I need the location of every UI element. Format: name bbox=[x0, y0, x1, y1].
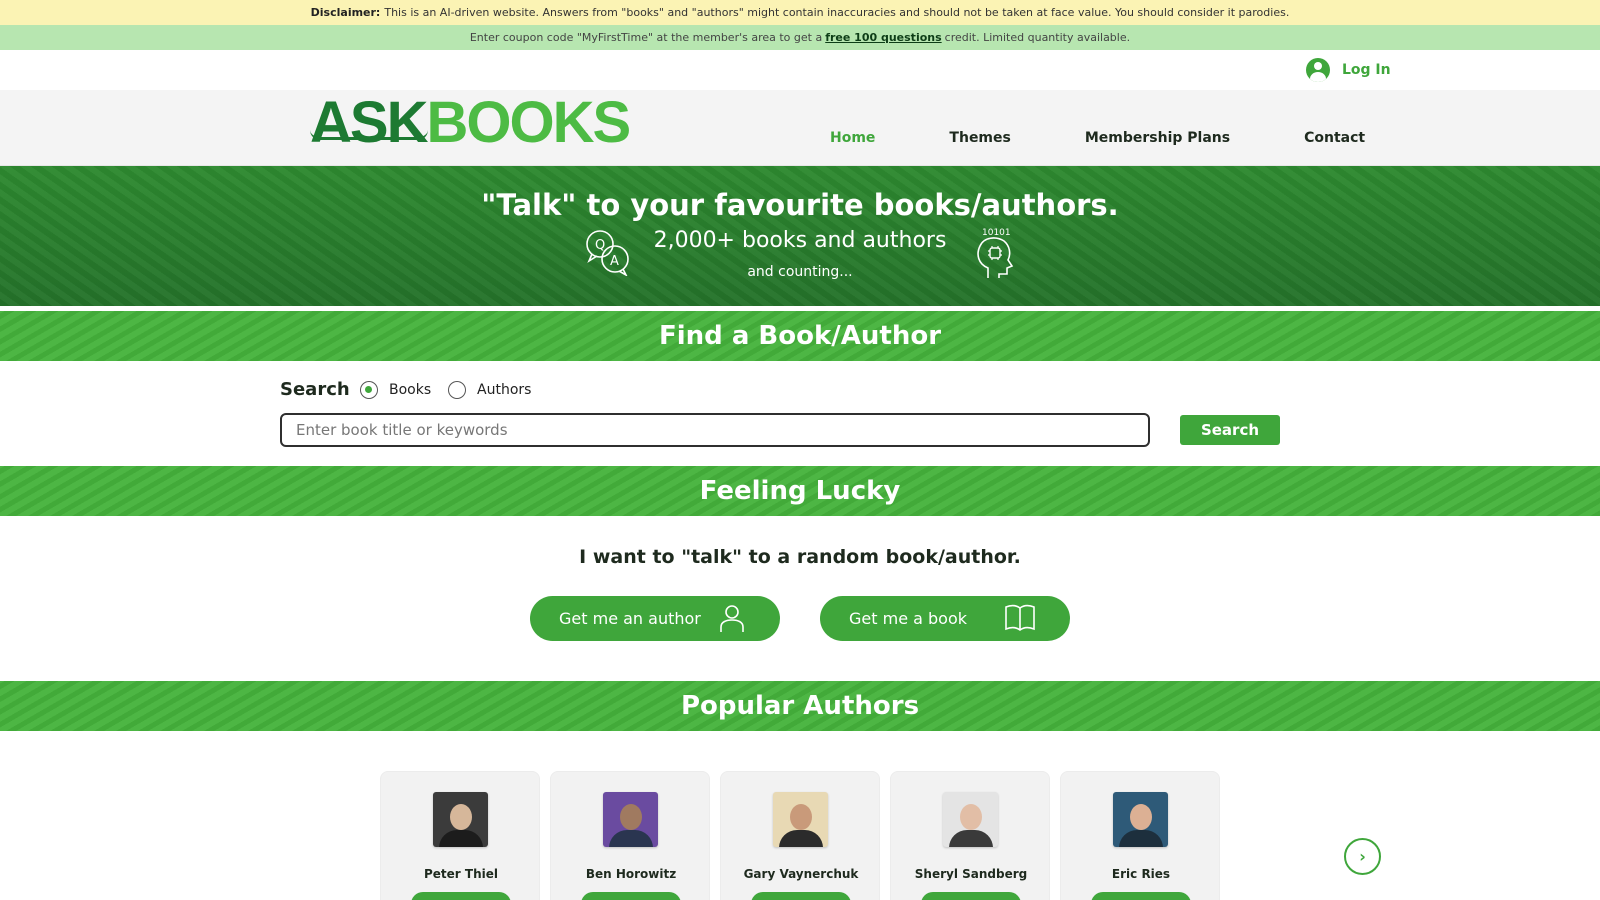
search-section: Search Books Authors Search bbox=[0, 361, 1600, 466]
free-questions-link[interactable]: free 100 questions bbox=[825, 31, 941, 44]
find-section-title: Find a Book/Author bbox=[658, 321, 942, 351]
radio-books[interactable]: Books bbox=[360, 381, 431, 399]
get-book-button[interactable]: Get me a book bbox=[820, 596, 1070, 641]
main-nav: Home Themes Membership Plans Contact bbox=[830, 130, 1365, 146]
login-label: Log In bbox=[1342, 62, 1391, 78]
get-book-label: Get me a book bbox=[849, 609, 968, 628]
coupon-text-after: credit. Limited quantity available. bbox=[944, 31, 1131, 44]
popular-authors-section: Peter Thiel Ben Horowitz Gary Vaynerchuk… bbox=[0, 731, 1600, 900]
author-name: Sheryl Sandberg bbox=[914, 867, 1028, 881]
search-button[interactable]: Search bbox=[1180, 415, 1280, 445]
login-button[interactable]: Log In bbox=[1306, 56, 1391, 84]
hero-banner: "Talk" to your favourite books/authors. … bbox=[0, 166, 1600, 306]
person-icon bbox=[720, 605, 744, 632]
radio-authors-label: Authors bbox=[477, 382, 532, 398]
carousel-next-button[interactable]: › bbox=[1344, 838, 1381, 875]
author-ask-button[interactable] bbox=[581, 892, 681, 900]
search-input[interactable] bbox=[280, 413, 1150, 447]
lucky-band: Feeling Lucky bbox=[0, 466, 1600, 516]
site-header: ASK BOOKS Home Themes Membership Plans Co… bbox=[0, 90, 1600, 166]
lucky-text: I want to "talk" to a random book/author… bbox=[579, 546, 1021, 568]
radio-books-label: Books bbox=[389, 382, 432, 398]
hero-subtitle: 2,000+ books and authors bbox=[653, 228, 947, 253]
radio-books-dot[interactable] bbox=[360, 381, 378, 399]
author-card[interactable]: Ben Horowitz bbox=[550, 771, 710, 900]
logo-ask: ASK bbox=[310, 89, 428, 155]
author-ask-button[interactable] bbox=[411, 892, 511, 900]
author-name: Ben Horowitz bbox=[585, 867, 677, 881]
user-avatar-icon bbox=[1306, 58, 1330, 82]
binary-digits: 10101 bbox=[982, 228, 1011, 238]
author-photo[interactable] bbox=[1113, 792, 1168, 847]
author-card[interactable]: Eric Ries bbox=[1060, 771, 1220, 900]
author-photo[interactable] bbox=[433, 792, 488, 847]
author-photo[interactable] bbox=[943, 792, 998, 847]
authors-section-title: Popular Authors bbox=[680, 691, 920, 721]
author-ask-button[interactable] bbox=[751, 892, 851, 900]
search-label: Search bbox=[280, 379, 350, 400]
find-band: Find a Book/Author bbox=[0, 311, 1600, 361]
chevron-right-icon: › bbox=[1359, 847, 1366, 866]
disclaimer-bar: Disclaimer: This is an AI-driven website… bbox=[0, 0, 1600, 25]
author-photo[interactable] bbox=[603, 792, 658, 847]
logo-books: BOOKS bbox=[426, 89, 631, 155]
nav-contact[interactable]: Contact bbox=[1304, 130, 1365, 146]
author-name: Gary Vaynerchuk bbox=[743, 867, 859, 881]
open-book-icon bbox=[1005, 604, 1035, 631]
author-ask-button[interactable] bbox=[1091, 892, 1191, 900]
author-photo[interactable] bbox=[773, 792, 828, 847]
radio-authors[interactable]: Authors bbox=[448, 381, 531, 399]
hero-subtitle-2: and counting... bbox=[747, 264, 853, 280]
nav-themes[interactable]: Themes bbox=[949, 130, 1010, 146]
author-card[interactable]: Sheryl Sandberg bbox=[890, 771, 1050, 900]
get-author-label: Get me an author bbox=[559, 609, 701, 628]
disclaimer-label: Disclaimer: bbox=[310, 6, 381, 19]
lucky-section-title: Feeling Lucky bbox=[699, 476, 901, 506]
coupon-bar: Enter coupon code "MyFirstTime" at the m… bbox=[0, 25, 1600, 50]
askbooks-logo[interactable]: ASK BOOKS bbox=[310, 90, 631, 155]
login-bar: Log In bbox=[0, 50, 1600, 90]
hero-title: "Talk" to your favourite books/authors. bbox=[481, 188, 1119, 222]
coupon-text-before: Enter coupon code "MyFirstTime" at the m… bbox=[469, 31, 823, 44]
lucky-section: I want to "talk" to a random book/author… bbox=[0, 516, 1600, 681]
author-name: Peter Thiel bbox=[424, 867, 498, 881]
author-ask-button[interactable] bbox=[921, 892, 1021, 900]
author-card[interactable]: Gary Vaynerchuk bbox=[720, 771, 880, 900]
disclaimer-text: This is an AI-driven website. Answers fr… bbox=[384, 6, 1290, 19]
logo-book-swoosh bbox=[310, 130, 428, 140]
get-author-button[interactable]: Get me an author bbox=[530, 596, 780, 641]
authors-band: Popular Authors bbox=[0, 681, 1600, 731]
radio-authors-dot[interactable] bbox=[448, 381, 466, 399]
author-card[interactable]: Peter Thiel bbox=[380, 771, 540, 900]
nav-home[interactable]: Home bbox=[830, 130, 875, 146]
author-name: Eric Ries bbox=[1111, 867, 1171, 881]
nav-membership-plans[interactable]: Membership Plans bbox=[1085, 130, 1230, 146]
